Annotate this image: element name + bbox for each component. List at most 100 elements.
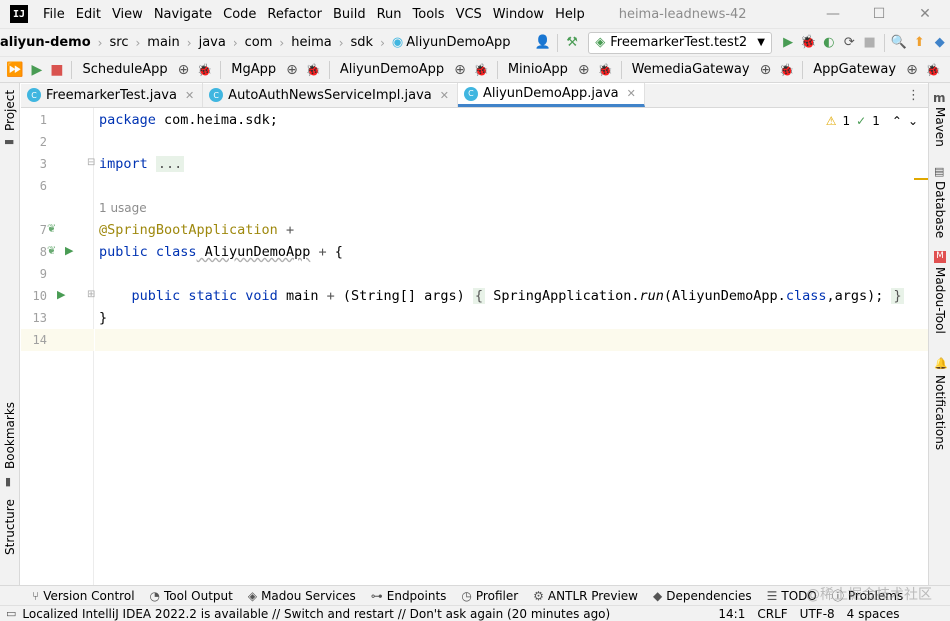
run-icon[interactable]: ▶ [31,62,42,78]
inspection-widget[interactable]: ⚠ 1 ✓ 1 ⌃ ⌄ [826,114,918,128]
project-tool-button[interactable]: Project [3,90,17,131]
menu-view[interactable]: View [111,5,144,24]
toolwindow-profiler[interactable]: ◷ Profiler [461,589,518,603]
close-tab-icon[interactable]: ✕ [185,89,194,102]
close-tab-icon[interactable]: ✕ [440,89,449,102]
debug-icon[interactable]: 🐞 [598,63,613,77]
todo-icon: ☰ [766,588,778,603]
menu-file[interactable]: File [42,5,66,24]
run-configuration-select[interactable]: ◈ FreemarkerTest.test2 ▼ [588,31,772,54]
crosshair-icon[interactable]: ⊕ [286,62,298,78]
file-encoding[interactable]: UTF-8 [800,607,835,621]
breadcrumb-project[interactable]: aliyun-demo [0,35,91,50]
run-all-icon[interactable]: ⏩ [6,62,23,78]
user-icon[interactable]: 👤 [533,32,553,54]
chevron-up-icon[interactable]: ⌃ [892,114,902,128]
build-hammer-icon[interactable]: ⚒ [562,32,582,54]
close-window-icon[interactable]: ✕ [902,0,948,28]
debug-icon[interactable]: 🐞 [474,63,489,77]
spring-bean-icon[interactable]: ❦ [47,222,56,235]
breadcrumb-com[interactable]: com [245,35,273,50]
code-editor[interactable]: package com.heima.sdk; import ... 1 usag… [95,108,928,585]
service-wemediagateway[interactable]: WemediaGateway [632,62,750,77]
debug-icon[interactable]: 🐞 [926,63,941,77]
line-separator[interactable]: CRLF [757,607,787,621]
madou-tool-button[interactable]: Madou-Tool [933,267,947,334]
java-class-icon: C [463,86,478,101]
ide-logo-icon[interactable]: ◆ [930,32,950,54]
toolwindow-endpoints[interactable]: ⊶ Endpoints [371,589,447,603]
breadcrumb-src[interactable]: src [109,35,128,50]
usage-hint[interactable]: 1 usage [99,201,147,215]
bookmarks-tool-button[interactable]: Bookmarks [3,402,17,469]
crosshair-icon[interactable]: ⊕ [578,62,590,78]
toolwindow-tool-output[interactable]: ◔ Tool Output [150,589,233,603]
debug-icon[interactable]: 🐞 [798,32,818,54]
java-class-icon: C [27,88,41,102]
indent-setting[interactable]: 4 spaces [847,607,900,621]
crosshair-icon[interactable]: ⊕ [906,62,918,78]
menu-refactor[interactable]: Refactor [266,5,323,24]
menu-help[interactable]: Help [554,5,586,24]
coverage-icon[interactable]: ◐ [819,32,839,54]
profile-icon[interactable]: ⟳ [839,32,859,54]
add-icon[interactable]: + [286,222,294,238]
menu-vcs[interactable]: VCS [455,5,483,24]
spring-bean-icon[interactable]: ❦ [47,244,56,257]
menu-build[interactable]: Build [332,5,367,24]
crosshair-icon[interactable]: ⊕ [760,62,772,78]
service-appgateway[interactable]: AppGateway [813,62,896,77]
toolwindow-antlr-preview[interactable]: ⚙ ANTLR Preview [533,589,638,603]
close-tab-icon[interactable]: ✕ [627,87,636,100]
maximize-icon[interactable]: ☐ [856,0,902,28]
run-gutter-icon[interactable]: ▶ [57,288,65,301]
database-tool-button[interactable]: Database [933,181,947,238]
tab-freemarkertest[interactable]: C FreemarkerTest.java ✕ [21,83,204,107]
chevron-right-icon: › [338,35,344,50]
tab-aliyundemoapp[interactable]: C AliyunDemoApp.java ✕ [457,83,645,107]
run-icon[interactable]: ▶ [778,32,798,54]
update-icon[interactable]: ⬆ [909,32,929,54]
run-gutter-icon[interactable]: ▶ [65,244,73,257]
menu-tools[interactable]: Tools [412,5,446,24]
service-scheduleapp[interactable]: ScheduleApp [82,62,167,77]
stop-icon[interactable]: ■ [50,62,63,78]
breadcrumb-class[interactable]: AliyunDemoApp [406,35,510,50]
chevron-down-icon[interactable]: ⌄ [908,114,918,128]
breadcrumb-main[interactable]: main [147,35,179,50]
menu-navigate[interactable]: Navigate [153,5,213,24]
current-line-highlight [95,329,928,351]
warning-marker[interactable] [914,178,928,180]
crosshair-icon[interactable]: ⊕ [178,62,190,78]
structure-tool-button[interactable]: Structure [3,499,17,555]
more-tabs-icon[interactable]: ⋮ [907,88,920,103]
notifications-tool-button[interactable]: Notifications [933,375,947,450]
search-icon[interactable]: 🔍 [889,32,909,54]
menu-window[interactable]: Window [492,5,545,24]
add-icon[interactable]: + [327,288,335,304]
toolwindow-madou-services[interactable]: ◈ Madou Services [248,589,356,603]
menu-code[interactable]: Code [222,5,257,24]
service-mgapp[interactable]: MgApp [231,62,276,77]
debug-icon[interactable]: 🐞 [779,63,794,77]
toolwindow-dependencies[interactable]: ◆ Dependencies [653,589,752,603]
tab-autoauthnewsserviceimpl[interactable]: C AutoAuthNewsServiceImpl.java ✕ [203,83,458,107]
add-icon[interactable]: + [318,244,326,260]
debug-icon[interactable]: 🐞 [306,63,321,77]
status-message[interactable]: Localized IntelliJ IDEA 2022.2 is availa… [22,607,702,621]
breadcrumb-sdk[interactable]: sdk [351,35,374,50]
maven-tool-button[interactable]: Maven [933,107,947,147]
breadcrumb-heima[interactable]: heima [291,35,331,50]
service-minioapp[interactable]: MinioApp [508,62,568,77]
minimize-icon[interactable]: — [810,0,856,28]
toolwindow-version-control[interactable]: ⑂ Version Control [32,589,135,603]
breadcrumb-java[interactable]: java [199,35,226,50]
debug-icon[interactable]: 🐞 [197,63,212,77]
menu-run[interactable]: Run [376,5,403,24]
stop-icon[interactable]: ■ [859,32,879,54]
menu-edit[interactable]: Edit [75,5,102,24]
caret-position[interactable]: 14:1 [718,607,745,621]
folded-imports[interactable]: ... [155,156,185,172]
crosshair-icon[interactable]: ⊕ [454,62,466,78]
service-aliyundemoapp[interactable]: AliyunDemoApp [340,62,444,77]
